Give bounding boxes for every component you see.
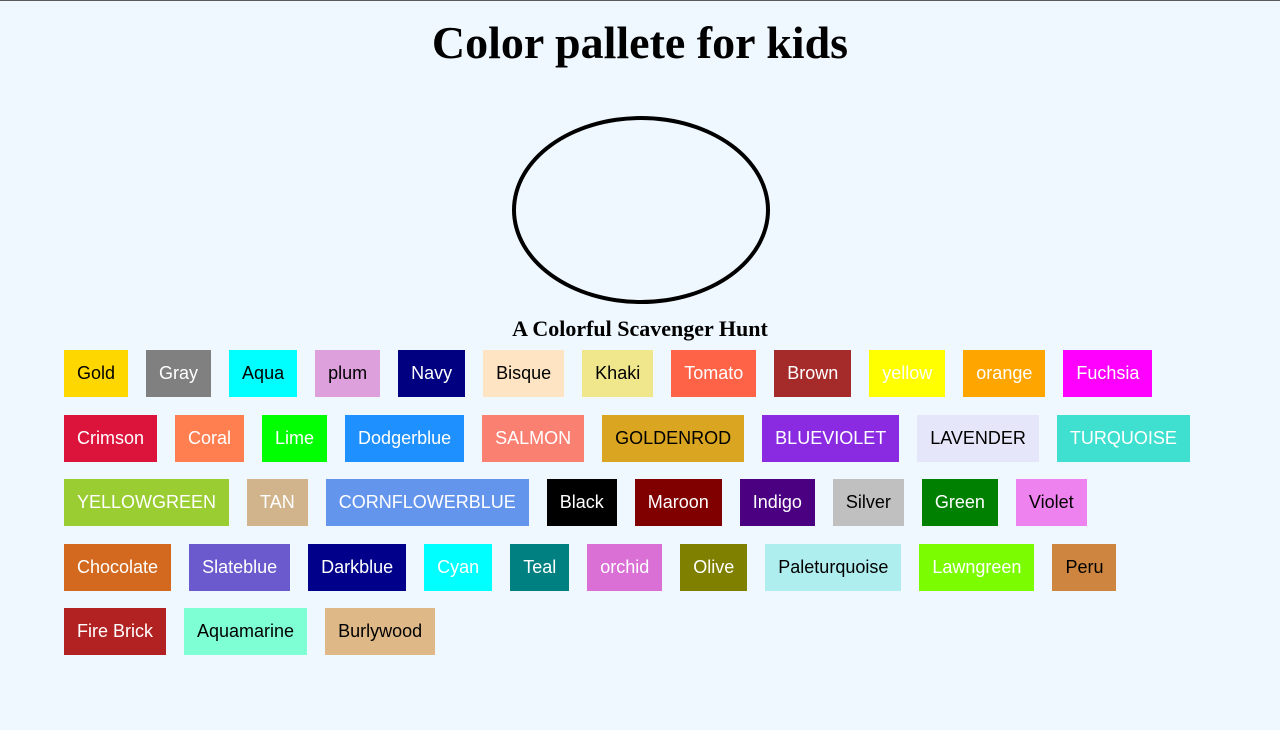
color-button-orchid[interactable]: orchid [587, 543, 663, 591]
color-button-yellowgreen[interactable]: YELLOWGREEN [64, 479, 230, 526]
color-button-lawngreen[interactable]: Lawngreen [919, 543, 1035, 591]
color-button-green[interactable]: Green [921, 479, 998, 526]
color-button-tan[interactable]: TAN [247, 479, 308, 526]
color-button-tomato[interactable]: Tomato [671, 350, 757, 397]
color-button-lime[interactable]: Lime [262, 414, 328, 462]
color-button-olive[interactable]: Olive [680, 543, 748, 591]
color-button-aqua[interactable]: Aqua [229, 350, 298, 397]
color-button-khaki[interactable]: Khaki [582, 350, 654, 397]
color-button-maroon[interactable]: Maroon [634, 479, 722, 526]
color-button-brown[interactable]: Brown [774, 350, 852, 397]
page-title: Color pallete for kids [431, 17, 849, 68]
color-button-goldenrod[interactable]: GOLDENROD [602, 414, 745, 462]
color-button-gray[interactable]: Gray [146, 350, 212, 397]
color-button-slateblue[interactable]: Slateblue [189, 543, 291, 591]
color-palette: Gold Gray Aqua plum Navy Bisque Khaki To… [64, 350, 1224, 673]
color-button-plum[interactable]: plum [315, 350, 381, 397]
color-preview-circle [512, 116, 770, 304]
page-subtitle: A Colorful Scavenger Hunt [512, 316, 768, 341]
color-button-black[interactable]: Black [546, 479, 617, 526]
color-button-bisque[interactable]: Bisque [483, 350, 565, 397]
color-button-crimson[interactable]: Crimson [64, 414, 158, 462]
color-button-paleturquoise[interactable]: Paleturquoise [765, 543, 902, 591]
color-button-silver[interactable]: Silver [832, 479, 904, 526]
color-button-aquamarine[interactable]: Aquamarine [184, 608, 308, 655]
color-button-orange[interactable]: orange [963, 350, 1046, 397]
color-button-navy[interactable]: Navy [398, 350, 466, 397]
color-button-peru[interactable]: Peru [1052, 543, 1117, 591]
color-button-darkblue[interactable]: Darkblue [308, 543, 407, 591]
color-button-fuchsia[interactable]: Fuchsia [1063, 350, 1153, 397]
color-button-yellow[interactable]: yellow [869, 350, 946, 397]
color-button-cyan[interactable]: Cyan [424, 543, 493, 591]
color-button-blueviolet[interactable]: BLUEVIOLET [762, 414, 900, 462]
color-button-firebrick[interactable]: Fire Brick [64, 608, 166, 655]
color-button-cornflowerblue[interactable]: CORNFLOWERBLUE [325, 479, 529, 526]
color-button-indigo[interactable]: Indigo [739, 479, 815, 526]
color-button-salmon[interactable]: SALMON [482, 414, 585, 462]
color-button-chocolate[interactable]: Chocolate [64, 543, 172, 591]
color-button-dodgerblue[interactable]: Dodgerblue [345, 414, 465, 462]
color-button-burlywood[interactable]: Burlywood [325, 608, 436, 655]
color-button-violet[interactable]: Violet [1015, 479, 1087, 526]
color-button-coral[interactable]: Coral [175, 414, 245, 462]
color-button-teal[interactable]: Teal [510, 543, 570, 591]
color-button-gold[interactable]: Gold [64, 350, 129, 397]
color-button-turquoise[interactable]: TURQUOISE [1056, 414, 1190, 462]
color-button-lavender[interactable]: LAVENDER [917, 414, 1039, 462]
